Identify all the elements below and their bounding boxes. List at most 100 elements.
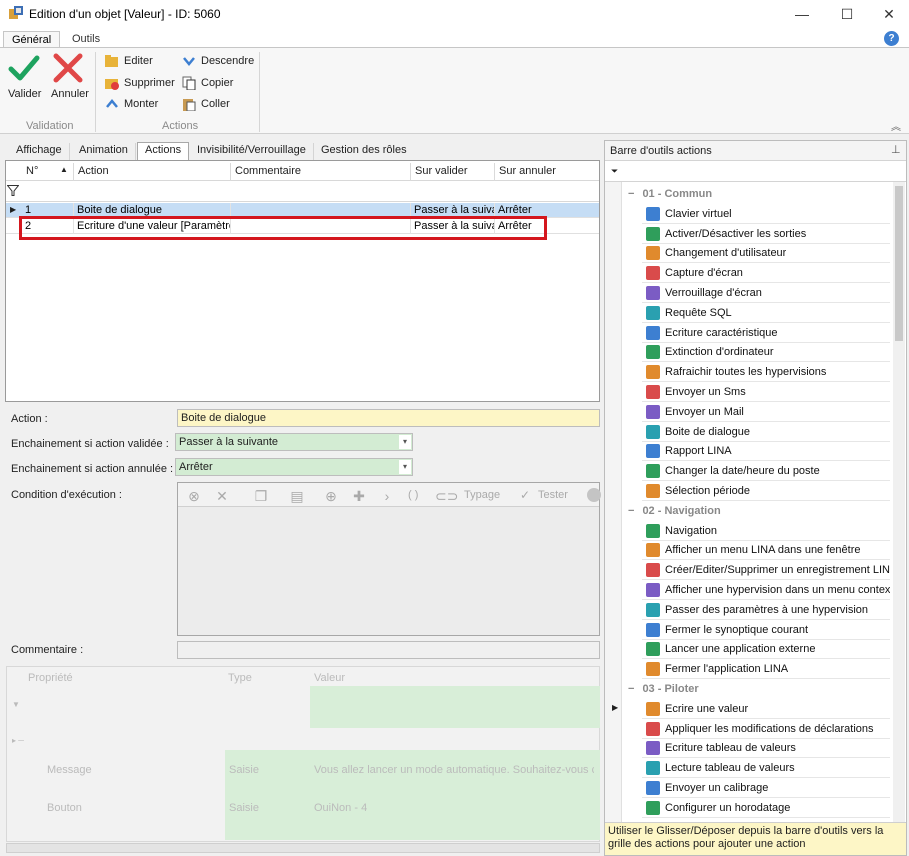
toolbox-item[interactable]: Changement d'utilisateur [642, 244, 890, 263]
copy-button[interactable]: Copier [182, 76, 233, 91]
col-header-action[interactable]: Action [74, 163, 231, 181]
collapse-icon[interactable]: − [628, 188, 634, 200]
cancel-button[interactable] [52, 53, 84, 86]
period-icon [646, 484, 660, 498]
toolbox-item[interactable]: Verrouillage d'écran [642, 284, 890, 303]
col-header-n[interactable]: N° ▲ [22, 163, 74, 181]
action-field[interactable]: Boite de dialogue [177, 409, 600, 427]
help-icon[interactable]: ? [884, 31, 899, 46]
toolbox-item[interactable]: Extinction d'ordinateur [642, 343, 890, 362]
table-read-icon [646, 761, 660, 775]
paste-button[interactable]: Coller [182, 97, 230, 112]
toolbox-item[interactable]: Capture d'écran [642, 264, 890, 283]
on-cancel-select[interactable]: Arrêter ▾ [175, 458, 413, 476]
toolbox-filter-row[interactable] [605, 162, 906, 182]
filter-row[interactable] [6, 181, 599, 202]
toolbox-item[interactable]: Changer la date/heure du poste [642, 462, 890, 481]
toolbox-item-label: Capture d'écran [665, 267, 743, 279]
toolbox-item[interactable]: Ecrire une valeur [642, 700, 890, 719]
collapse-icon[interactable]: − [628, 683, 634, 695]
toolbox-item[interactable]: Rafraichir toutes les hypervisions [642, 363, 890, 382]
copy-icon[interactable]: ❐ [252, 488, 270, 504]
toolbox-item[interactable]: Ecriture tableau de valeurs [642, 739, 890, 758]
toolbox-item[interactable]: Sélection période [642, 482, 890, 501]
close-button[interactable]: ✕ [866, 0, 909, 28]
condition-label: Condition d'exécution : [11, 489, 122, 501]
toolbox-item[interactable]: Créer/Editer/Supprimer un enregistrement… [642, 561, 890, 580]
toolbox-item[interactable]: Fermer le synoptique courant [642, 621, 890, 640]
toolbox-item[interactable]: Boite de dialogue [642, 423, 890, 442]
tab-outils[interactable]: Outils [64, 31, 108, 48]
comment-field[interactable] [177, 641, 600, 659]
clear-icon[interactable]: ⊗ [185, 488, 203, 504]
col-header-sur-annuler[interactable]: Sur annuler [495, 163, 599, 181]
toolbox-group[interactable]: −03 - Piloter [622, 680, 892, 698]
typage-button[interactable]: Typage [464, 489, 500, 501]
link-icon[interactable]: ⊂⊃ [435, 488, 458, 504]
delete-button[interactable]: Supprimer [105, 76, 175, 90]
paste-label: Coller [201, 98, 230, 110]
collapse-ribbon-icon[interactable]: ︽ [891, 118, 901, 133]
toolbox-item[interactable]: Envoyer un Sms [642, 383, 890, 402]
toolbox-group[interactable]: −02 - Navigation [622, 502, 892, 520]
move-up-button[interactable]: Monter [105, 97, 158, 111]
prop-name: Bouton [47, 802, 82, 814]
delete-icon[interactable]: ✕ [213, 488, 231, 504]
toolbox-item[interactable]: Appliquer les modifications de déclarati… [642, 720, 890, 739]
tab-animation[interactable]: Animation [72, 143, 136, 160]
toolbox-item[interactable]: Lecture tableau de valeurs [642, 759, 890, 778]
toolbox-item[interactable]: Requête SQL [642, 304, 890, 323]
chevron-down-icon[interactable]: ▾ [399, 435, 411, 449]
minimize-button[interactable]: — [779, 0, 825, 28]
toolbox-item[interactable]: Navigation [642, 522, 890, 541]
tab-actions[interactable]: Actions [137, 142, 190, 161]
chevron-down-icon[interactable]: ▾ [399, 460, 411, 474]
plus-icon[interactable]: ✚ [350, 488, 368, 504]
toolbox-item[interactable]: Lancer une application externe [642, 640, 890, 659]
toolbox-item[interactable]: Envoyer un Mail [642, 403, 890, 422]
toolbox-item[interactable]: Afficher un menu LINA dans une fenêtre [642, 541, 890, 560]
paste-icon[interactable]: ▤ [288, 488, 306, 504]
copy-icon [182, 76, 196, 91]
filter-icon[interactable] [6, 185, 20, 199]
on-validate-select[interactable]: Passer à la suivante ▾ [175, 433, 413, 451]
validate-button[interactable] [8, 53, 40, 86]
col-header-sur-valider[interactable]: Sur valider [411, 163, 495, 181]
move-down-button[interactable]: Descendre [182, 54, 254, 68]
col-header-commentaire[interactable]: Commentaire [231, 163, 411, 181]
parens-button[interactable]: ( ) [408, 489, 418, 501]
clock-icon [646, 464, 660, 478]
ribbon-separator [95, 52, 96, 132]
toolbox-item[interactable]: Ecriture caractéristique [642, 324, 890, 343]
toolbox-item[interactable]: Afficher une hypervision dans un menu co… [642, 581, 890, 600]
add-circle-icon[interactable]: ⊕ [322, 488, 340, 504]
toolbox-item[interactable]: Clavier virtuel [642, 205, 890, 224]
toolbox-item[interactable]: Activer/Désactiver les sorties [642, 225, 890, 244]
toolbox-item-label: Lecture tableau de valeurs [665, 762, 795, 774]
sort-asc-icon: ▲ [60, 165, 68, 174]
info-icon[interactable] [587, 488, 601, 502]
toolbox-item[interactable]: Configurer un horodatage [642, 799, 890, 818]
tab-invisibilite[interactable]: Invisibilité/Verrouillage [190, 143, 314, 160]
tab-general[interactable]: Général [3, 31, 61, 48]
power-icon [646, 345, 660, 359]
chevron-right-icon[interactable]: › [378, 488, 396, 504]
horizontal-scrollbar[interactable] [6, 843, 600, 853]
edit-button[interactable]: Editer [105, 54, 153, 68]
scrollbar-thumb[interactable] [895, 186, 903, 341]
tester-button[interactable]: Tester [538, 489, 568, 501]
toolbox-group[interactable]: −01 - Commun [622, 185, 892, 203]
filter-icon[interactable]: ⏷ [611, 166, 618, 177]
toolbox-item[interactable]: Rapport LINA [642, 442, 890, 461]
toolbox-item[interactable]: Envoyer un calibrage [642, 779, 890, 798]
apply-icon [646, 722, 660, 736]
sms-icon [646, 385, 660, 399]
tab-affichage[interactable]: Affichage [9, 143, 70, 160]
tab-gestion-roles[interactable]: Gestion des rôles [314, 143, 414, 160]
pin-icon[interactable]: ⊥ [891, 143, 901, 156]
toolbox-item[interactable]: Passer des paramètres à une hypervision [642, 601, 890, 620]
toolbox-item-label: Afficher un menu LINA dans une fenêtre [665, 544, 861, 556]
maximize-button[interactable]: ☐ [824, 0, 870, 28]
toolbox-item[interactable]: Fermer l'application LINA [642, 660, 890, 679]
collapse-icon[interactable]: − [628, 505, 634, 517]
